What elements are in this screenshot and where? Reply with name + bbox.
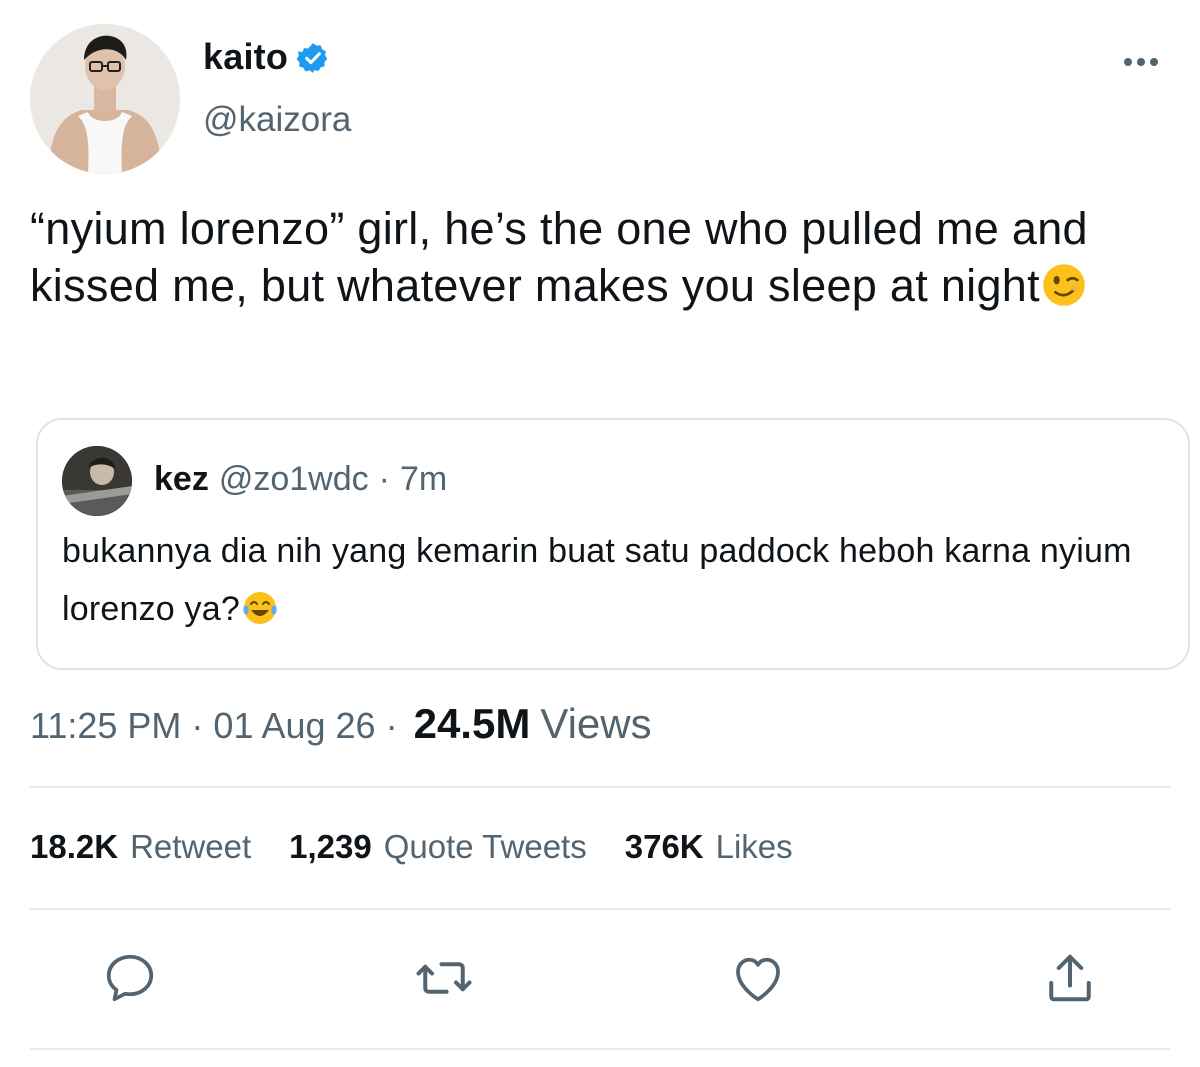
- retweets-label: Retweet: [130, 828, 252, 865]
- retweets-count: 18.2K: [30, 828, 119, 865]
- author-avatar[interactable]: [30, 24, 180, 174]
- quoted-author-avatar[interactable]: [62, 446, 132, 516]
- reply-button[interactable]: [100, 948, 160, 1008]
- retweet-button[interactable]: [414, 948, 474, 1008]
- quotes-label: Quote Tweets: [383, 828, 587, 865]
- like-button[interactable]: [728, 948, 788, 1008]
- tweet-date[interactable]: 01 Aug 26: [213, 705, 375, 747]
- tweet-time[interactable]: 11:25 PM: [30, 705, 181, 747]
- meta-separator: ·: [191, 705, 204, 746]
- views-label[interactable]: Views: [540, 700, 651, 748]
- quotes-stat[interactable]: 1,239 Quote Tweets: [289, 828, 587, 866]
- author-display-name[interactable]: kaito: [203, 36, 288, 78]
- avatar-image: [30, 24, 180, 174]
- verified-icon: [296, 43, 328, 73]
- likes-label: Likes: [715, 828, 793, 865]
- like-icon: [736, 957, 780, 1002]
- tweet-body: “nyium lorenzo” girl, he’s the one who p…: [30, 203, 1088, 311]
- tweet-meta: 11:25 PM · 01 Aug 26 · 24.5M Views: [30, 700, 652, 748]
- author-name-row[interactable]: kaito: [203, 36, 330, 78]
- reply-icon: [106, 954, 154, 1002]
- winking-face-emoji-icon: [1043, 264, 1085, 306]
- views-count[interactable]: 24.5M: [414, 700, 531, 748]
- tweet-text: “nyium lorenzo” girl, he’s the one who p…: [30, 200, 1150, 314]
- divider: [30, 1048, 1170, 1050]
- quoted-text: bukannya dia nih yang kemarin buat satu …: [62, 522, 1162, 638]
- quoted-header: kez @zo1wdc · 7m: [154, 460, 447, 499]
- quoted-body: bukannya dia nih yang kemarin buat satu …: [62, 532, 1132, 628]
- quoted-separator: ·: [378, 460, 390, 498]
- quoted-avatar-image: [62, 446, 132, 516]
- tweet-stats: 18.2K Retweet 1,239 Quote Tweets 376K Li…: [30, 828, 793, 866]
- likes-count: 376K: [624, 828, 704, 865]
- share-button[interactable]: [1040, 948, 1100, 1008]
- likes-stat[interactable]: 376K Likes: [625, 828, 793, 866]
- author-handle[interactable]: @kaizora: [203, 100, 351, 140]
- tears-of-joy-emoji-icon: [243, 592, 277, 624]
- share-icon: [1049, 954, 1091, 1002]
- divider: [30, 908, 1170, 910]
- quoted-time[interactable]: 7m: [400, 460, 447, 499]
- retweets-stat[interactable]: 18.2K Retweet: [30, 828, 251, 866]
- quoted-tweet-card[interactable]: kez @zo1wdc · 7m bukannya dia nih yang k…: [36, 418, 1190, 670]
- quoted-display-name[interactable]: kez: [154, 460, 209, 499]
- quotes-count: 1,239: [289, 828, 372, 865]
- retweet-icon: [416, 962, 472, 994]
- more-icon[interactable]: [1124, 58, 1158, 66]
- meta-separator: ·: [385, 705, 398, 746]
- quoted-handle[interactable]: @zo1wdc: [219, 460, 369, 499]
- divider: [30, 786, 1170, 788]
